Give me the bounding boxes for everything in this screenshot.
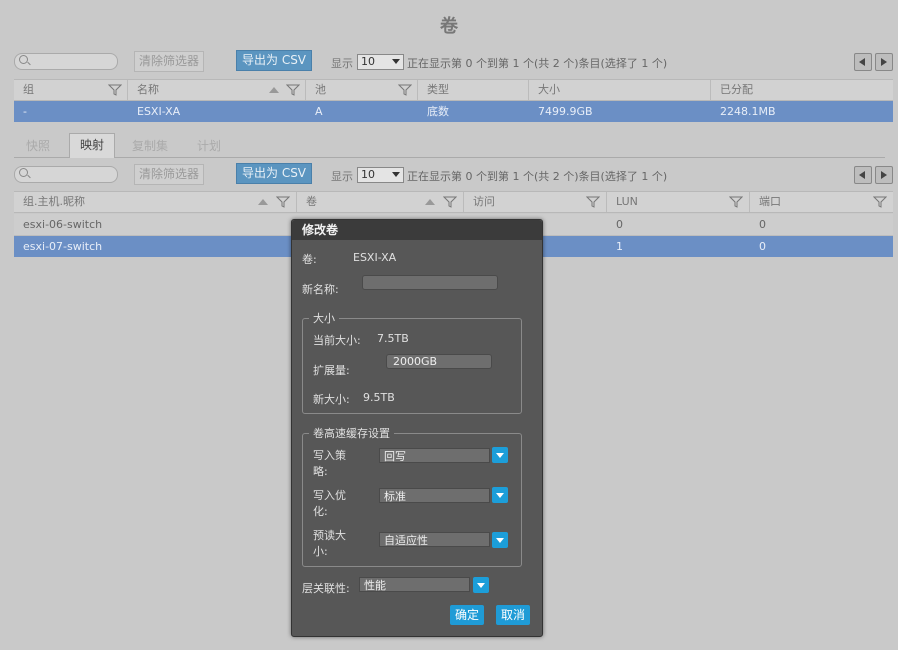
tab-replication-sets[interactable]: 复制集: [132, 135, 168, 157]
modify-volume-dialog: 修改卷 卷: ESXI-XA 新名称: 大小 当前大小: 7.5TB 扩展量: …: [291, 219, 543, 637]
sort-asc-icon[interactable]: [425, 199, 435, 205]
page-size-select[interactable]: 10: [357, 167, 404, 183]
filter-icon[interactable]: [586, 196, 600, 208]
cache-legend: 卷高速缓存设置: [313, 427, 390, 440]
cell-size: 7499.9GB: [538, 105, 593, 118]
tab-mappings[interactable]: 映射: [69, 133, 116, 158]
col-header-pool[interactable]: 池: [305, 80, 417, 100]
search-input[interactable]: [14, 53, 118, 70]
table-row[interactable]: - ESXI-XA A 底数 7499.9GB 2248.1MB: [14, 101, 893, 122]
cell-pool: A: [315, 105, 323, 118]
tier-affinity-select[interactable]: 性能: [359, 577, 470, 592]
tab-bar: 快照 映射 复制集 计划: [14, 133, 885, 158]
volume-value: ESXI-XA: [353, 251, 397, 264]
filter-icon[interactable]: [398, 84, 412, 96]
page-size-select[interactable]: 10: [357, 54, 404, 70]
new-name-input[interactable]: [362, 275, 498, 290]
current-size-value: 7.5TB: [377, 332, 409, 345]
arrow-right-icon: [881, 58, 887, 66]
cell-port: 0: [759, 218, 766, 231]
new-size-label: 新大小:: [313, 393, 350, 406]
volumes-table-header: 组 名称 池 类型 大小 已分配: [14, 79, 893, 101]
cell-group: -: [23, 105, 27, 118]
prev-page-button[interactable]: [854, 166, 872, 184]
prev-page-button[interactable]: [854, 53, 872, 71]
chevron-down-icon: [392, 59, 400, 64]
dialog-title[interactable]: 修改卷: [292, 220, 542, 240]
write-policy-select[interactable]: 回写: [379, 448, 490, 463]
filter-icon[interactable]: [443, 196, 457, 208]
size-legend: 大小: [313, 312, 335, 325]
cell-name: ESXI-XA: [137, 105, 181, 118]
sort-asc-icon[interactable]: [258, 199, 268, 205]
arrow-right-icon: [881, 171, 887, 179]
page-size-value: 10: [361, 168, 375, 181]
next-page-button[interactable]: [875, 166, 893, 184]
write-optimization-label: 写入优 化:: [313, 489, 346, 518]
chevron-down-icon: [392, 172, 400, 177]
search-input[interactable]: [14, 166, 118, 183]
col-header-access[interactable]: 访问: [463, 192, 606, 212]
filter-icon[interactable]: [276, 196, 290, 208]
new-name-label: 新名称:: [302, 283, 339, 296]
filter-icon[interactable]: [873, 196, 887, 208]
cell-allocated: 2248.1MB: [720, 105, 776, 118]
chevron-down-icon[interactable]: [492, 487, 508, 503]
col-header-type[interactable]: 类型: [417, 80, 528, 100]
chevron-down-icon[interactable]: [492, 447, 508, 463]
chevron-down-icon[interactable]: [473, 577, 489, 593]
read-ahead-label: 预读大 小:: [313, 529, 346, 558]
search-icon: [19, 168, 28, 177]
sort-asc-icon[interactable]: [269, 87, 279, 93]
show-label: 显示: [331, 170, 353, 183]
status-text: 正在显示第 0 个到第 1 个(共 2 个)条目(选择了 1 个): [407, 170, 668, 183]
filter-icon[interactable]: [729, 196, 743, 208]
tab-snapshots[interactable]: 快照: [26, 135, 50, 157]
cell-lun: 0: [616, 218, 623, 231]
tab-schedules[interactable]: 计划: [197, 135, 221, 157]
col-header-group[interactable]: 组: [14, 80, 127, 100]
arrow-left-icon: [859, 58, 865, 66]
show-label: 显示: [331, 57, 353, 70]
filter-icon[interactable]: [108, 84, 122, 96]
cell-type: 底数: [427, 105, 449, 118]
volume-label: 卷:: [302, 253, 317, 266]
chevron-down-icon[interactable]: [492, 532, 508, 548]
next-page-button[interactable]: [875, 53, 893, 71]
read-ahead-select[interactable]: 自适应性: [379, 532, 490, 547]
current-size-label: 当前大小:: [313, 334, 361, 347]
status-text: 正在显示第 0 个到第 1 个(共 2 个)条目(选择了 1 个): [407, 57, 668, 70]
search-icon: [19, 55, 28, 64]
mapping-table-header: 组.主机.昵称 卷 访问 LUN 端口: [14, 191, 893, 213]
filter-icon[interactable]: [286, 84, 300, 96]
cell-host: esxi-06-switch: [23, 218, 103, 231]
col-header-port[interactable]: 端口: [749, 192, 893, 212]
export-csv-button[interactable]: 导出为 CSV: [236, 163, 313, 184]
expand-input[interactable]: 2000GB: [386, 354, 492, 369]
clear-filter-button[interactable]: 清除筛选器: [134, 164, 205, 185]
new-size-value: 9.5TB: [363, 391, 395, 404]
page-size-value: 10: [361, 55, 375, 68]
col-header-volume[interactable]: 卷: [296, 192, 463, 212]
page-title: 卷: [440, 16, 458, 37]
arrow-left-icon: [859, 171, 865, 179]
col-header-allocated[interactable]: 已分配: [710, 80, 893, 100]
tier-affinity-label: 层关联性:: [302, 582, 350, 595]
ok-button[interactable]: 确定: [450, 605, 485, 625]
write-policy-label: 写入策 略:: [313, 449, 346, 478]
cell-host: esxi-07-switch: [23, 240, 103, 253]
col-header-size[interactable]: 大小: [528, 80, 710, 100]
export-csv-button[interactable]: 导出为 CSV: [236, 50, 313, 71]
cancel-button[interactable]: 取消: [496, 605, 531, 625]
clear-filter-button[interactable]: 清除筛选器: [134, 51, 205, 72]
cell-port: 0: [759, 240, 766, 253]
col-header-name[interactable]: 名称: [127, 80, 305, 100]
expand-label: 扩展量:: [313, 364, 350, 377]
cell-lun: 1: [616, 240, 623, 253]
col-header-lun[interactable]: LUN: [606, 192, 749, 212]
write-optimization-select[interactable]: 标准: [379, 488, 490, 503]
col-header-host-nickname[interactable]: 组.主机.昵称: [14, 192, 296, 212]
